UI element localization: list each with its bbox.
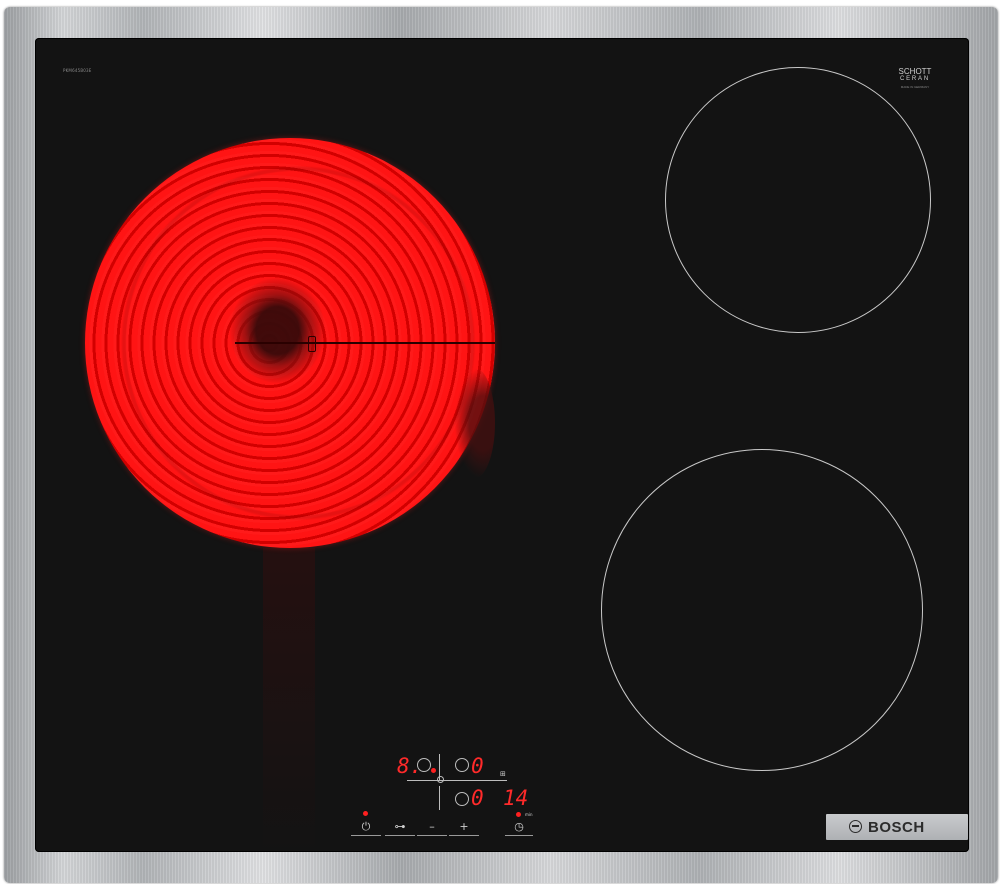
model-number-label: PKM645B03E	[63, 68, 92, 73]
zone-active-indicator	[431, 768, 436, 773]
panel-slider-line	[407, 780, 507, 781]
zone3-level-display: 0	[471, 786, 484, 810]
timer-indicator	[516, 812, 521, 817]
timer-unit-label: min	[525, 812, 533, 817]
power-button[interactable]: ⏻	[351, 820, 381, 836]
zone-select-front-button[interactable]	[455, 792, 469, 806]
heating-coil-center	[230, 278, 325, 383]
zone-select-left-button[interactable]	[417, 758, 431, 772]
ceramic-glass-top: PKM645B03E SCHOTT CERAN MADE IN GERMANY …	[35, 38, 969, 852]
timer-button[interactable]: ◷	[505, 820, 533, 836]
heating-coil-edge	[455, 368, 495, 478]
brand-name: BOSCH	[868, 819, 925, 836]
temperature-limiter-rod	[235, 342, 495, 344]
panel-center-dot	[437, 776, 444, 783]
zone2-level-display: 0	[471, 754, 484, 778]
zone-select-rear-button[interactable]	[455, 758, 469, 772]
bosch-armature-icon	[849, 820, 862, 833]
made-in-label: MADE IN GERMANY	[900, 85, 930, 89]
schott-ceran-logo: SCHOTT CERAN MADE IN GERMANY	[890, 67, 940, 90]
plus-button[interactable]: +	[449, 820, 479, 836]
zone-layout-icon: ⊞	[500, 770, 506, 778]
schott-label: SCHOTT	[898, 67, 932, 76]
timer-display: 14	[503, 786, 529, 810]
power-indicator	[363, 811, 368, 816]
ceran-label: CERAN	[899, 76, 930, 82]
rod-clip	[308, 336, 316, 352]
heat-shadow	[263, 548, 315, 852]
panel-divider-lower	[439, 786, 440, 810]
child-lock-button[interactable]: ⊶	[385, 820, 415, 836]
minus-button[interactable]: –	[417, 820, 447, 836]
cooking-zone-left-heating	[85, 138, 495, 548]
cooking-zone-rear-right	[665, 67, 931, 333]
cooking-zone-front-right	[601, 449, 923, 771]
brand-badge: BOSCH	[826, 814, 968, 840]
